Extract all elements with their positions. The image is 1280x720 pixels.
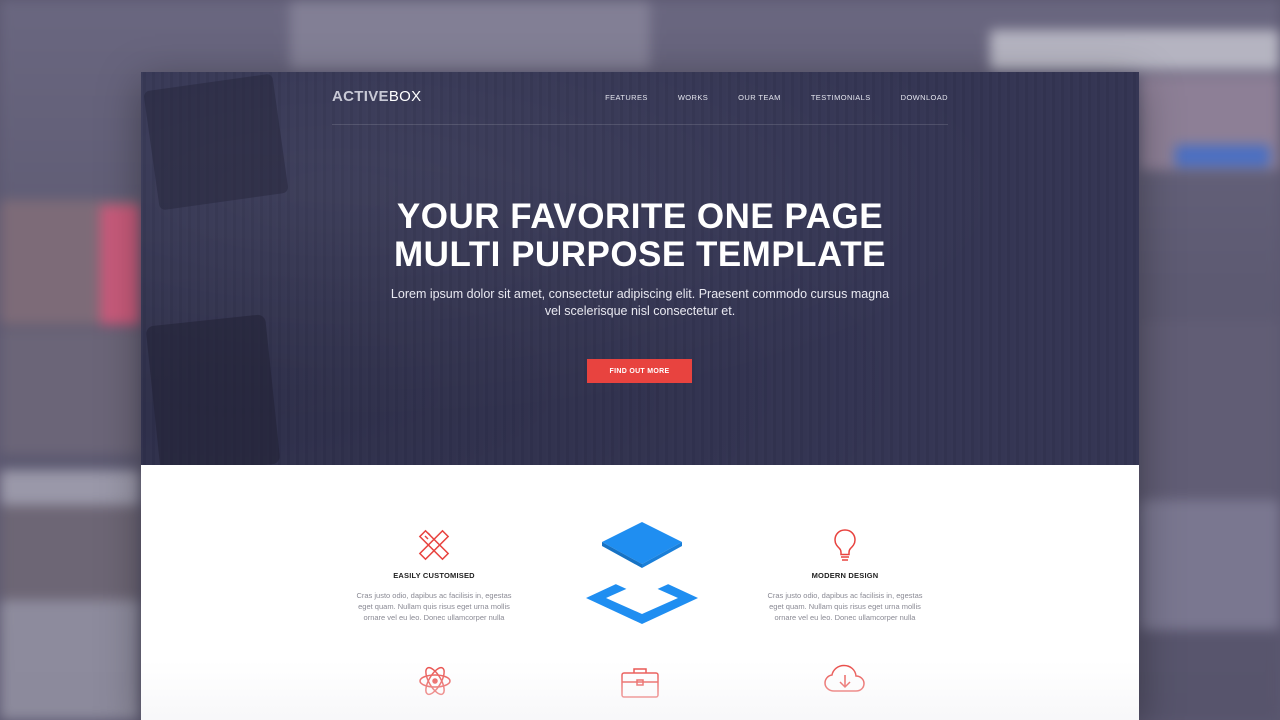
find-out-more-button[interactable]: FIND OUT MORE [587, 359, 692, 383]
features-section: EASILY CUSTOMISED Cras justo odio, dapib… [141, 465, 1139, 720]
nav-works[interactable]: WORKS [678, 93, 708, 102]
feature-text: Cras justo odio, dapibus ac facilisis in… [356, 591, 512, 622]
hero-title-line1: YOUR FAVORITE ONE PAGE [396, 197, 884, 236]
brand-part2: BOX [388, 88, 422, 105]
brand-logo[interactable]: ACTIVEBOX [332, 88, 421, 105]
hero-title-line2: MULTI PURPOSE TEMPLATE [394, 235, 886, 274]
nav-download[interactable]: DOWNLOAD [901, 93, 948, 102]
feature-title: EASILY CUSTOMISED [393, 571, 475, 580]
feature-text: Cras justo odio, dapibus ac facilisis in… [767, 591, 923, 622]
nav-testimonials[interactable]: TESTIMONIALS [811, 93, 871, 102]
top-nav: ACTIVEBOX FEATURES WORKS OUR TEAM TESTIM… [332, 72, 948, 125]
layers-icon [586, 522, 698, 624]
hero-subtitle: Lorem ipsum dolor sit amet, consectetur … [390, 287, 890, 318]
nav-menu: FEATURES WORKS OUR TEAM TESTIMONIALS DOW… [575, 93, 948, 102]
feature-title: MODERN DESIGN [811, 571, 879, 580]
hero-title: YOUR FAVORITE ONE PAGE MULTI PURPOSE TEM… [141, 198, 1139, 274]
brand-part1: ACTIVE [332, 88, 389, 105]
feature-easily-customised: EASILY CUSTOMISED Cras justo odio, dapib… [349, 527, 519, 623]
website-preview: ACTIVEBOX FEATURES WORKS OUR TEAM TESTIM… [141, 72, 1139, 720]
nav-features[interactable]: FEATURES [605, 93, 648, 102]
hero-section: ACTIVEBOX FEATURES WORKS OUR TEAM TESTIM… [141, 72, 1139, 465]
feature-modern-design: MODERN DESIGN Cras justo odio, dapibus a… [760, 527, 930, 623]
pencil-ruler-icon [418, 529, 450, 561]
nav-our-team[interactable]: OUR TEAM [738, 93, 781, 102]
lightbulb-icon [834, 529, 856, 561]
